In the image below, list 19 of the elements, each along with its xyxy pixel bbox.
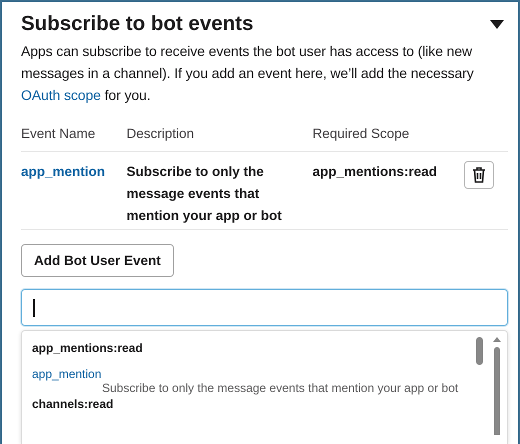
scroll-thumb[interactable] (476, 337, 483, 365)
event-description: Subscribe to only the message events that mention your app or bot (126, 164, 282, 223)
section-title: Subscribe to bot events (21, 12, 254, 36)
scrollbar[interactable] (491, 335, 503, 435)
oauth-scope-link[interactable]: OAuth scope (21, 87, 101, 103)
scope-heading: app_mentions:read (32, 341, 144, 355)
trash-icon (472, 167, 486, 183)
event-name-link[interactable]: app_mention (21, 164, 106, 179)
delete-button[interactable] (464, 161, 494, 189)
column-header: Required Scope (312, 126, 464, 152)
add-bot-user-event-button[interactable]: Add Bot User Event (21, 244, 174, 277)
column-header: Description (126, 126, 312, 152)
section-description: Apps can subscribe to receive events the bot user has access to (like new messages in a channel). If you add an event here, we’ll add the necessary OAuth scope for you. (21, 42, 475, 105)
scope-heading: channels:read (32, 397, 114, 411)
column-header: Event Name (21, 126, 126, 152)
event-option[interactable]: app_mention Subscribe to only the message events that mention your app or bot (32, 367, 467, 396)
required-scope: app_mentions:read (312, 164, 438, 179)
search-field[interactable] (21, 289, 508, 326)
caret-icon[interactable] (490, 20, 504, 28)
